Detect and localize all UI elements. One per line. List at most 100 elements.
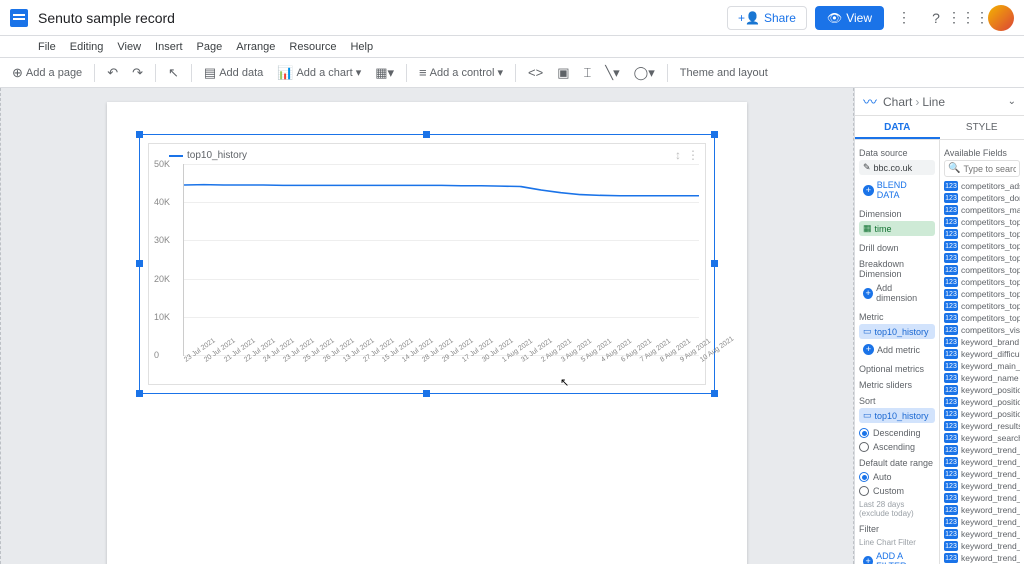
resize-handle[interactable]: [711, 131, 718, 138]
field-item[interactable]: 123competitors_top50_di: [944, 300, 1020, 312]
user-avatar[interactable]: [988, 5, 1014, 31]
field-item[interactable]: 123keyword_results_coun: [944, 420, 1020, 432]
image-button[interactable]: ▣: [551, 62, 575, 84]
field-item[interactable]: 123competitors_top3_diff: [944, 264, 1020, 276]
dimension-chip[interactable]: ▦time: [859, 221, 935, 236]
url-embed-button[interactable]: <>: [522, 62, 549, 83]
chart-more-icon[interactable]: ⋮: [687, 148, 699, 162]
undo-button[interactable]: ↶: [101, 62, 124, 84]
field-item[interactable]: 123keyword_trend_5: [944, 528, 1020, 540]
field-type-icon: 123: [944, 241, 958, 251]
redo-button[interactable]: ↷: [126, 62, 149, 84]
community-viz-button[interactable]: ▦▾: [369, 62, 400, 84]
resize-handle[interactable]: [423, 390, 430, 397]
field-item[interactable]: 123keyword_searches: [944, 432, 1020, 444]
field-item[interactable]: 123keyword_difficulty: [944, 348, 1020, 360]
field-item[interactable]: 123competitors_top50: [944, 288, 1020, 300]
field-item[interactable]: 123keyword_brand: [944, 336, 1020, 348]
resize-handle[interactable]: [423, 131, 430, 138]
sort-ascending[interactable]: Ascending: [859, 440, 935, 454]
add-page-button[interactable]: ⊕Add a page: [6, 62, 88, 84]
more-options-icon[interactable]: ⋮: [892, 6, 916, 30]
date-custom[interactable]: Custom: [859, 484, 935, 498]
field-item[interactable]: 123competitors_top50_ol: [944, 312, 1020, 324]
field-item[interactable]: 123keyword_trend_4: [944, 516, 1020, 528]
field-item[interactable]: 123competitors_ads_equ: [944, 180, 1020, 192]
field-item[interactable]: 123keyword_main_domai: [944, 360, 1020, 372]
add-filter-button[interactable]: +ADD A FILTER: [859, 549, 935, 564]
field-item[interactable]: 123keyword_trend_7: [944, 552, 1020, 564]
field-item[interactable]: 123competitors_main_do: [944, 204, 1020, 216]
menu-help[interactable]: Help: [350, 41, 373, 53]
app-logo: [10, 9, 28, 27]
sort-descending[interactable]: Descending: [859, 426, 935, 440]
field-type-icon: 123: [944, 361, 958, 371]
menu-view[interactable]: View: [117, 41, 141, 53]
field-item[interactable]: 123keyword_trend_10: [944, 456, 1020, 468]
menu-resource[interactable]: Resource: [289, 41, 336, 53]
resize-handle[interactable]: [711, 260, 718, 267]
add-dimension-button[interactable]: +Add dimension: [859, 281, 935, 305]
tab-style[interactable]: STYLE: [940, 116, 1024, 139]
field-item[interactable]: 123keyword_trend_11: [944, 468, 1020, 480]
plus-icon: +: [863, 344, 874, 355]
field-type-icon: 123: [944, 289, 958, 299]
field-item[interactable]: 123keyword_name: [944, 372, 1020, 384]
line-chart-icon: 〰: [863, 92, 877, 112]
menu-page[interactable]: Page: [197, 41, 223, 53]
field-item[interactable]: 123keyword_trend_1: [944, 444, 1020, 456]
tab-data[interactable]: DATA: [855, 116, 940, 139]
field-item[interactable]: 123keyword_trend_2: [944, 492, 1020, 504]
field-item[interactable]: 123keyword_trend_6: [944, 540, 1020, 552]
date-auto[interactable]: Auto: [859, 470, 935, 484]
chart-selection[interactable]: ↕⋮ top10_history 010K20K30K40K50K 23 Jul…: [139, 134, 715, 394]
menu-insert[interactable]: Insert: [155, 41, 183, 53]
field-item[interactable]: 123competitors_visibility: [944, 324, 1020, 336]
field-item[interactable]: 123keyword_position_pre: [944, 396, 1020, 408]
field-item[interactable]: 123keyword_position: [944, 384, 1020, 396]
field-item[interactable]: 123keyword_position_yes: [944, 408, 1020, 420]
share-button[interactable]: +👤Share: [727, 6, 807, 30]
radio-icon: [859, 428, 869, 438]
canvas[interactable]: ↕⋮ top10_history 010K20K30K40K50K 23 Jul…: [0, 88, 854, 564]
resize-handle[interactable]: [136, 390, 143, 397]
resize-handle[interactable]: [136, 131, 143, 138]
field-search[interactable]: 🔍: [944, 160, 1020, 177]
add-data-button[interactable]: ▤Add data: [198, 62, 269, 84]
menu-editing[interactable]: Editing: [70, 41, 104, 53]
menu-file[interactable]: File: [38, 41, 56, 53]
field-item[interactable]: 123competitors_domain_: [944, 192, 1020, 204]
view-button[interactable]: 👁View: [815, 6, 884, 30]
apps-icon[interactable]: ⋮⋮⋮: [956, 6, 980, 30]
field-item[interactable]: 123competitors_top10_ol: [944, 240, 1020, 252]
field-item[interactable]: 123keyword_trend_3: [944, 504, 1020, 516]
theme-button[interactable]: Theme and layout: [674, 64, 774, 82]
shape-button[interactable]: ◯▾: [628, 62, 661, 84]
line-button[interactable]: ╲▾: [599, 62, 625, 84]
field-search-input[interactable]: [963, 164, 1016, 174]
field-item[interactable]: 123competitors_top10_di: [944, 228, 1020, 240]
section-drill-down: Drill down: [859, 239, 935, 255]
field-item[interactable]: 123competitors_top3_old: [944, 276, 1020, 288]
doc-title[interactable]: Senuto sample record: [38, 10, 175, 26]
data-source-chip[interactable]: ✎bbc.co.uk: [859, 160, 935, 175]
field-item[interactable]: 123competitors_top10: [944, 216, 1020, 228]
select-tool[interactable]: ↖: [162, 62, 185, 84]
menu-arrange[interactable]: Arrange: [236, 41, 275, 53]
add-metric-button[interactable]: +Add metric: [859, 342, 935, 357]
resize-handle[interactable]: [711, 390, 718, 397]
breadcrumb[interactable]: Chart›Line: [883, 95, 945, 109]
text-button[interactable]: ⌶: [577, 62, 597, 84]
chart-sort-icon[interactable]: ↕: [675, 148, 681, 162]
field-item[interactable]: 123competitors_top3: [944, 252, 1020, 264]
help-icon[interactable]: ?: [924, 6, 948, 30]
chevron-down-icon[interactable]: ⌄: [1008, 96, 1016, 107]
field-item[interactable]: 123keyword_trend_12: [944, 480, 1020, 492]
sort-chip[interactable]: ▭top10_history: [859, 408, 935, 423]
add-control-button[interactable]: ≡Add a control ▾: [413, 62, 509, 83]
report-page[interactable]: ↕⋮ top10_history 010K20K30K40K50K 23 Jul…: [107, 102, 747, 564]
metric-chip[interactable]: ▭top10_history: [859, 324, 935, 339]
blend-data-button[interactable]: +BLEND DATA: [859, 178, 935, 202]
add-chart-button[interactable]: 📊Add a chart ▾: [271, 62, 367, 84]
resize-handle[interactable]: [136, 260, 143, 267]
